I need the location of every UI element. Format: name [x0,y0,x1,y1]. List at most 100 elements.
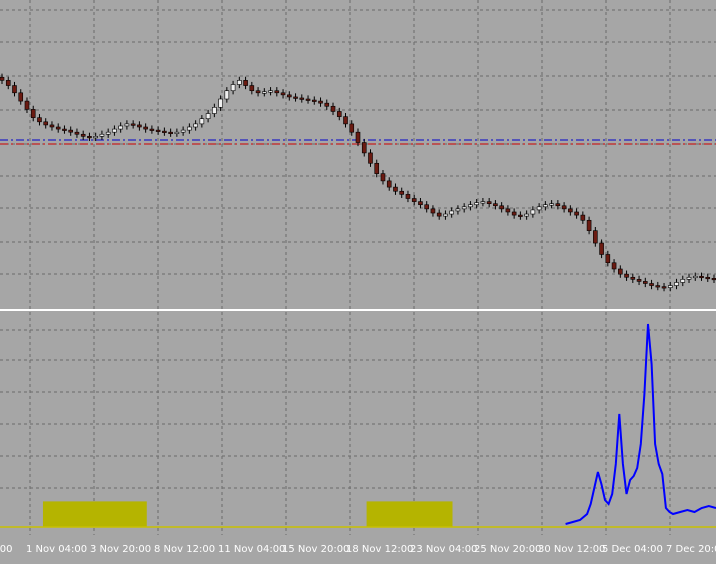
candle-body-11 [68,129,74,133]
chart-window[interactable]: 2:00 1 Nov 04:003 Nov 20:008 Nov 12:0011 … [0,0,716,560]
candle-body-107 [667,285,673,288]
histogram-block-0 [42,501,147,527]
candle-body-20 [124,123,130,127]
candle-body-48 [299,97,305,100]
candle-body-105 [655,285,661,288]
candle-body-108 [674,282,679,286]
candle-body-85 [530,209,536,215]
candle-body-42 [262,91,267,94]
candle-body-53 [330,105,336,112]
candle-body-80 [499,205,504,210]
candle-body-61 [380,173,386,182]
candle-body-103 [642,281,648,284]
candle-body-109 [680,279,686,283]
candle-body-36 [224,90,230,100]
candle-body-30 [187,126,192,131]
candle-body-59 [368,152,373,164]
histogram-block-1 [366,501,453,527]
candle-body-96 [599,242,604,255]
x-tick-label-2: 3 Nov 20:00 [90,544,151,555]
candle-body-31 [193,123,198,128]
candle-body-91 [568,208,573,213]
grid [0,0,716,535]
candle-body-38 [237,80,242,85]
candle-body-55 [343,116,348,125]
candle-body-84 [524,213,529,217]
candle-body-7 [43,121,49,126]
candle-body-22 [137,124,142,128]
x-tick-label-11: 7 Dec 20:00 [666,544,716,555]
candle-body-19 [118,125,123,130]
candle-body-51 [318,100,323,104]
chart-canvas[interactable]: 2:00 1 Nov 04:003 Nov 20:008 Nov 12:0011 … [0,0,716,560]
candle-body-21 [130,123,136,126]
candle-body-47 [293,96,298,99]
candle-body-4 [24,100,30,110]
candle-body-46 [286,94,292,98]
candle-body-54 [336,111,342,117]
candle-body-82 [511,211,517,216]
candle-body-86 [536,206,542,211]
candle-body-25 [155,129,161,132]
x-tick-label-4: 11 Nov 04:00 [218,544,285,555]
candle-body-26 [162,130,167,133]
candle-body-34 [212,107,217,114]
candle-body-97 [605,254,611,264]
candle-body-101 [630,276,636,280]
candle-body-113 [705,276,711,280]
candle-body-71 [443,213,448,217]
candle-body-65 [405,194,411,199]
candle-body-17 [105,131,111,135]
candle-body-62 [386,180,392,188]
candle-body-15 [93,136,98,139]
candle-body-29 [180,129,186,133]
candle-body-37 [230,84,236,92]
candle-body-64 [399,190,405,195]
candle-body-75 [468,204,473,208]
price-candles [0,73,716,292]
candle-body-73 [455,208,461,212]
candle-body-10 [62,128,67,131]
candle-body-49 [305,98,311,101]
candle-body-94 [586,219,592,231]
candle-body-23 [143,126,148,130]
candle-body-67 [418,201,423,206]
candle-body-35 [218,98,223,108]
candle-body-45 [280,92,286,96]
x-axis: 2:00 1 Nov 04:003 Nov 20:008 Nov 12:0011 … [0,544,716,555]
candle-body-44 [274,90,280,94]
candle-body-70 [436,212,442,217]
candle-body-60 [374,162,380,174]
candle-body-83 [518,214,523,217]
candle-body-76 [474,202,479,206]
candle-body-52 [324,102,330,107]
x-tick-label-1: 1 Nov 04:00 [26,544,87,555]
candle-body-90 [561,205,567,210]
candle-body-92 [574,211,579,216]
candle-body-33 [205,113,211,120]
candle-body-104 [649,283,654,286]
x-tick-label-5: 15 Nov 20:00 [282,544,349,555]
candle-body-63 [393,186,398,192]
candle-body-1 [5,80,11,86]
candle-body-18 [112,128,117,133]
candle-body-78 [486,201,492,204]
candle-body-93 [580,214,586,221]
candle-body-13 [80,133,86,137]
candle-body-100 [624,273,629,278]
candle-body-9 [55,126,61,130]
candle-body-74 [461,206,467,210]
candle-body-6 [37,117,42,123]
candle-body-69 [430,208,436,214]
candle-body-72 [449,210,454,215]
candle-body-77 [480,201,486,204]
candle-body-57 [355,131,361,143]
candle-body-41 [255,90,261,94]
candle-body-112 [699,275,704,279]
candle-body-56 [349,123,355,133]
x-tick-label-3: 8 Nov 12:00 [154,544,215,555]
candle-body-98 [611,262,617,270]
x-tick-label-6: 18 Nov 12:00 [346,544,413,555]
candle-body-111 [692,275,698,279]
candle-body-27 [168,131,173,134]
